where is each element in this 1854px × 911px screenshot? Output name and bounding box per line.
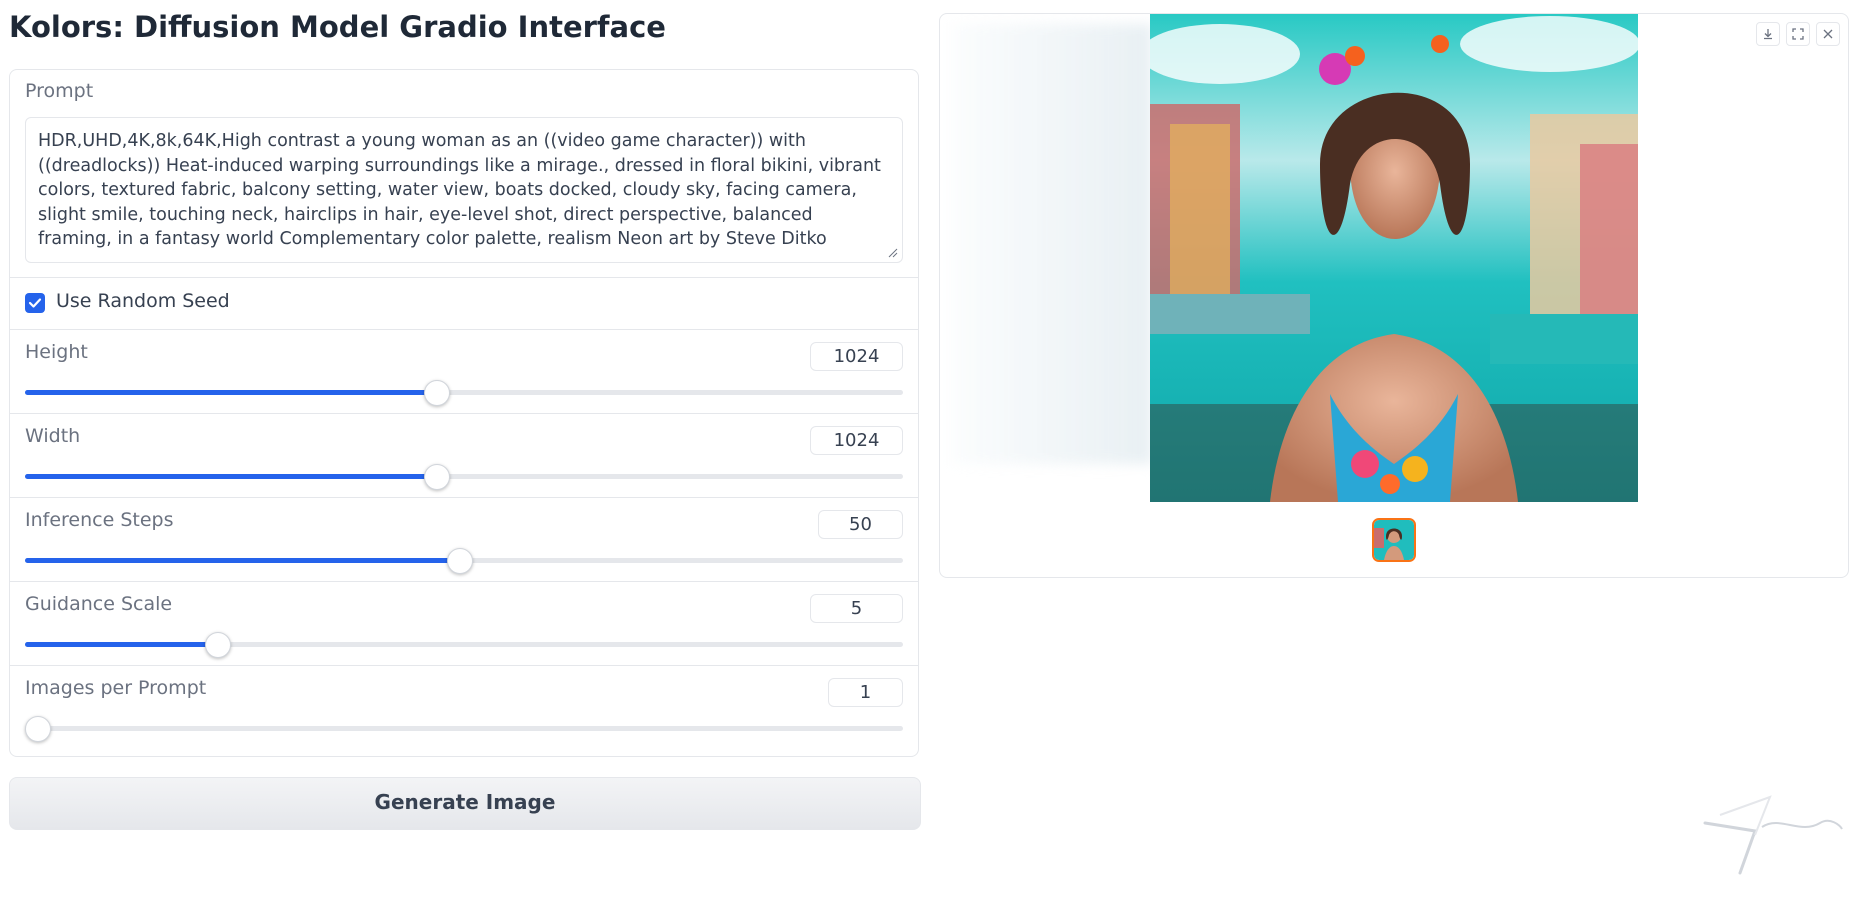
height-number-input[interactable]: 1024 bbox=[810, 342, 903, 371]
width-slider-fill bbox=[25, 474, 436, 479]
close-button[interactable] bbox=[1816, 22, 1840, 46]
thumbnail-image bbox=[1374, 520, 1414, 560]
width-slider[interactable] bbox=[25, 464, 903, 490]
width-number-input[interactable]: 1024 bbox=[810, 426, 903, 455]
images-number-input[interactable]: 1 bbox=[828, 678, 903, 707]
random-seed-checkbox[interactable] bbox=[25, 293, 45, 313]
height-label: Height bbox=[25, 341, 88, 363]
seed-block: Use Random Seed bbox=[10, 277, 918, 330]
height-slider[interactable] bbox=[25, 380, 903, 406]
steps-slider[interactable] bbox=[25, 548, 903, 574]
gallery-preview-fade bbox=[952, 24, 1152, 464]
random-seed-label: Use Random Seed bbox=[56, 290, 230, 312]
guidance-slider[interactable] bbox=[25, 632, 903, 658]
guidance-number-input[interactable]: 5 bbox=[810, 594, 903, 623]
steps-slider-block: Inference Steps 50 bbox=[10, 497, 918, 582]
fullscreen-button[interactable] bbox=[1786, 22, 1810, 46]
images-slider[interactable] bbox=[25, 716, 903, 742]
page-title: Kolors: Diffusion Model Gradio Interface bbox=[9, 10, 666, 44]
checkmark-icon bbox=[28, 298, 42, 308]
prompt-textarea[interactable]: HDR,UHD,4K,8k,64K,High contrast a young … bbox=[25, 117, 903, 263]
gallery-thumbnail[interactable] bbox=[1372, 518, 1416, 562]
images-label: Images per Prompt bbox=[25, 677, 207, 699]
resize-handle-icon[interactable] bbox=[888, 248, 898, 258]
prompt-text: HDR,UHD,4K,8k,64K,High contrast a young … bbox=[38, 131, 881, 249]
guidance-slider-fill bbox=[25, 642, 217, 647]
images-slider-block: Images per Prompt 1 bbox=[10, 665, 918, 749]
height-slider-block: Height 1024 bbox=[10, 329, 918, 414]
settings-panel: Prompt HDR,UHD,4K,8k,64K,High contrast a… bbox=[9, 69, 919, 757]
download-icon bbox=[1764, 29, 1772, 40]
watermark-logo bbox=[1703, 795, 1843, 875]
height-slider-fill bbox=[25, 390, 436, 395]
height-slider-thumb[interactable] bbox=[424, 380, 450, 406]
gallery-panel bbox=[939, 13, 1849, 578]
guidance-label: Guidance Scale bbox=[25, 593, 173, 615]
generated-image[interactable] bbox=[1150, 14, 1638, 502]
width-label: Width bbox=[25, 425, 81, 447]
close-icon bbox=[1823, 29, 1833, 39]
steps-slider-fill bbox=[25, 558, 459, 563]
steps-label: Inference Steps bbox=[25, 509, 174, 531]
images-slider-thumb[interactable] bbox=[25, 716, 51, 742]
generate-image-button[interactable]: Generate Image bbox=[9, 777, 921, 830]
prompt-label: Prompt bbox=[25, 80, 94, 102]
width-slider-thumb[interactable] bbox=[424, 464, 450, 490]
fullscreen-icon bbox=[1792, 28, 1804, 40]
app-root: Kolors: Diffusion Model Gradio Interface… bbox=[0, 0, 1854, 911]
gallery-toolbar bbox=[1756, 22, 1840, 46]
prompt-block: Prompt HDR,UHD,4K,8k,64K,High contrast a… bbox=[10, 70, 918, 278]
guidance-slider-thumb[interactable] bbox=[205, 632, 231, 658]
download-button[interactable] bbox=[1756, 22, 1780, 46]
steps-number-input[interactable]: 50 bbox=[818, 510, 903, 539]
guidance-slider-block: Guidance Scale 5 bbox=[10, 581, 918, 666]
steps-slider-thumb[interactable] bbox=[447, 548, 473, 574]
width-slider-block: Width 1024 bbox=[10, 413, 918, 498]
